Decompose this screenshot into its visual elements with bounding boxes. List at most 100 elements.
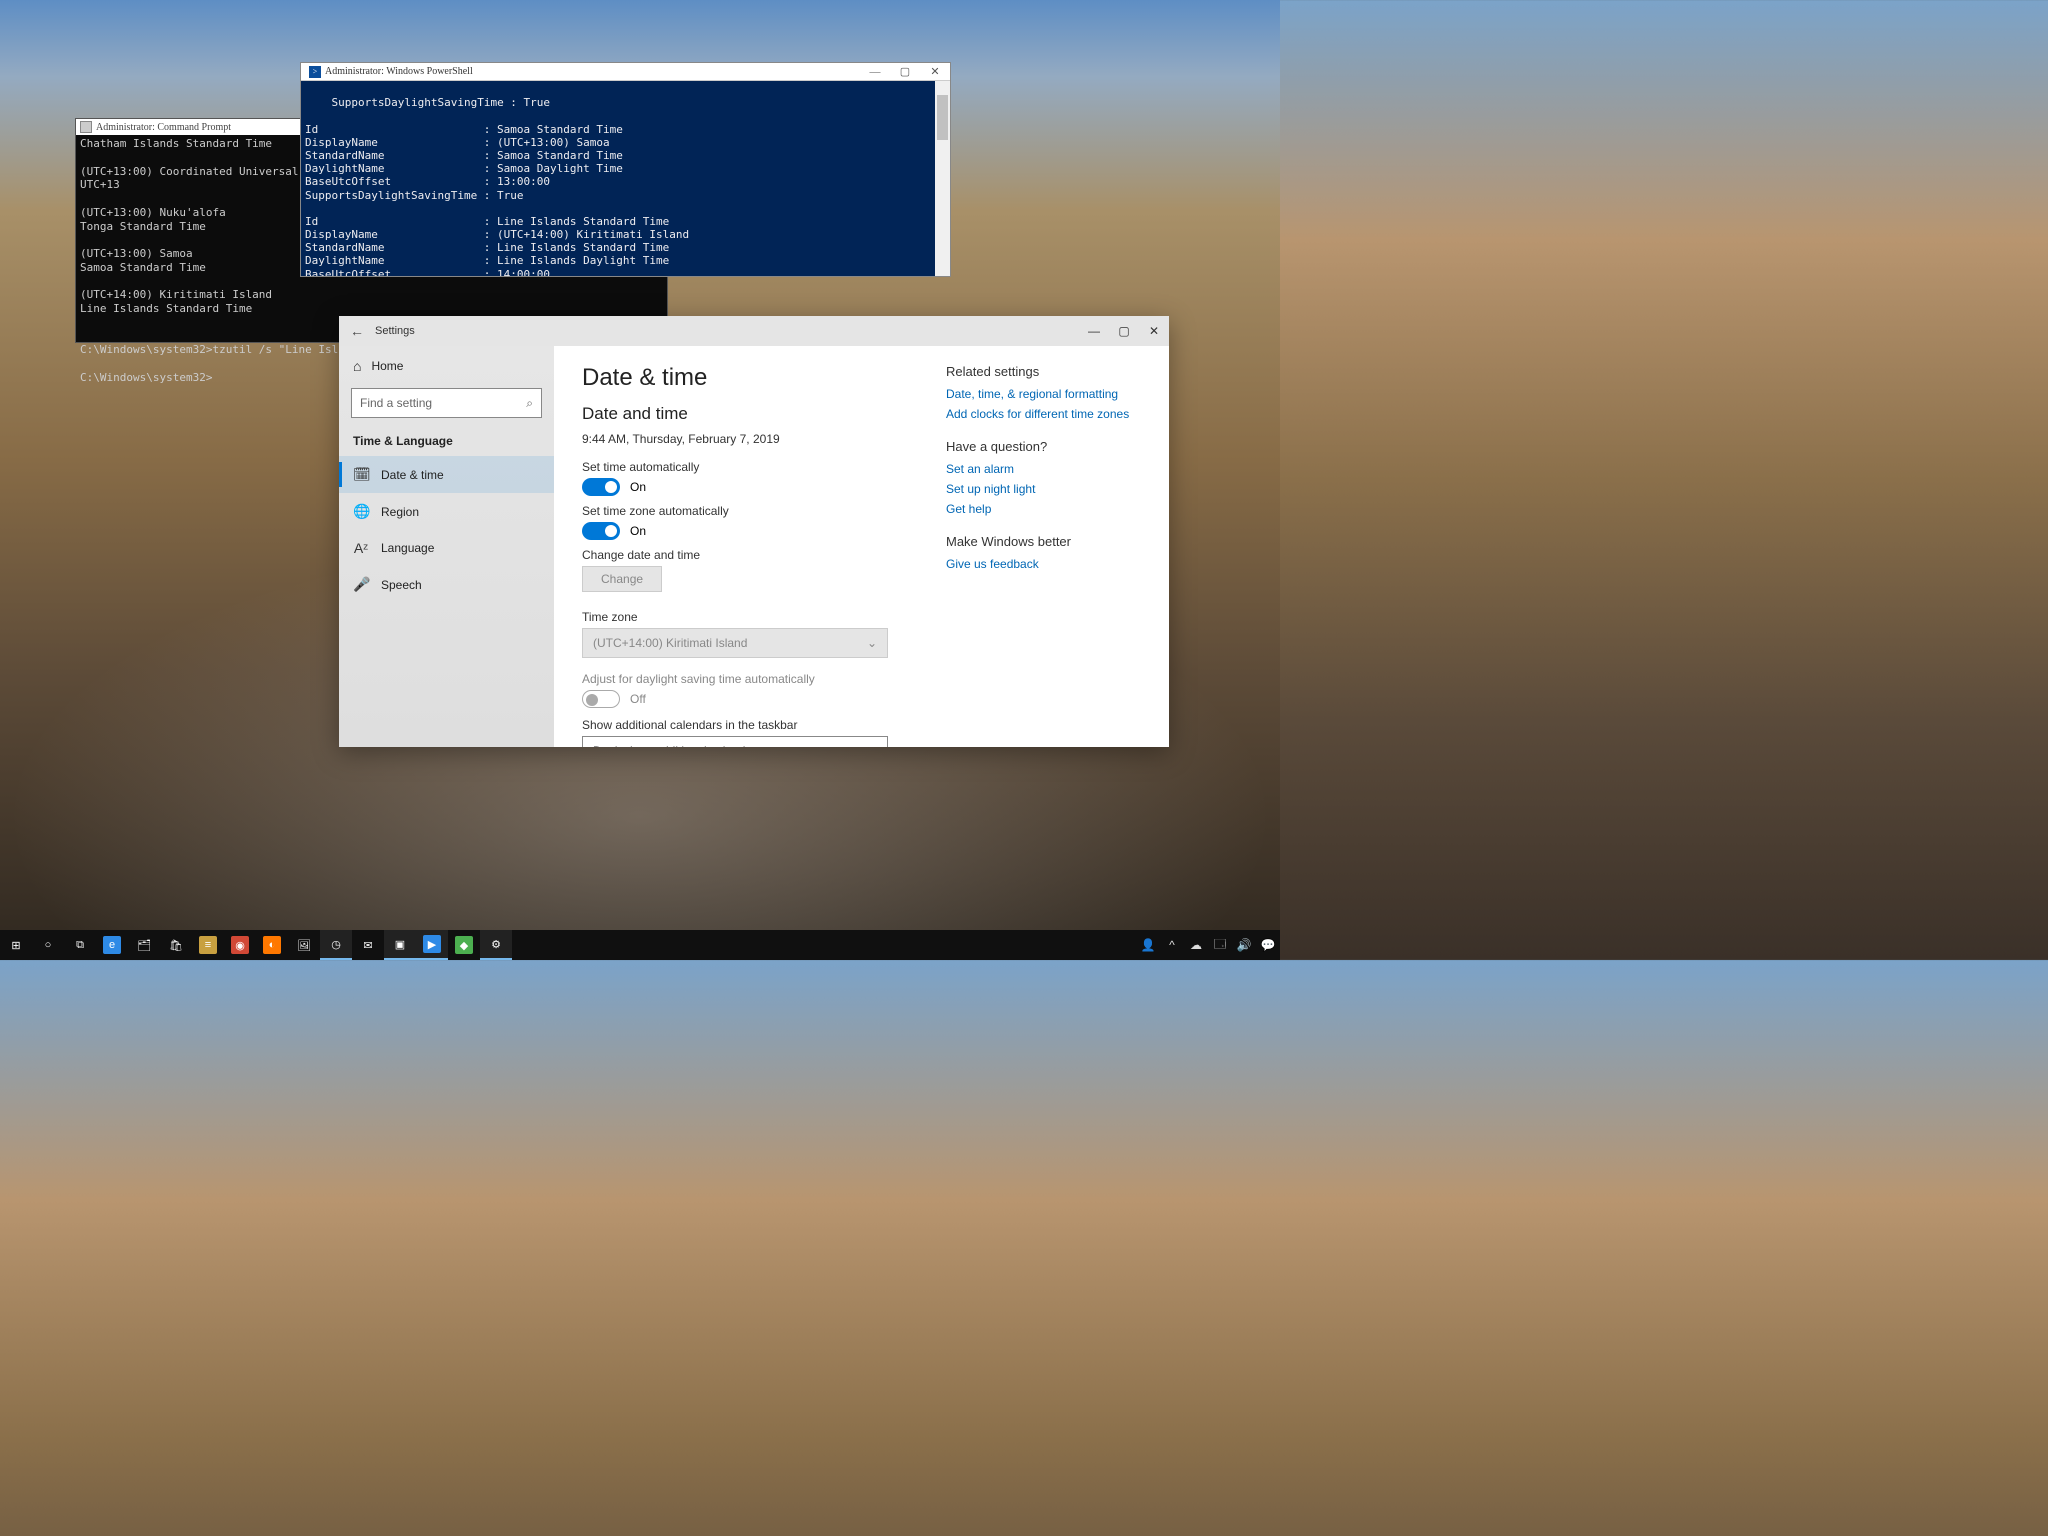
search-icon: ⌕ <box>526 396 533 411</box>
tray-icon-1[interactable]: ^ <box>1160 930 1184 960</box>
maximize-button[interactable]: ▢ <box>1109 316 1139 346</box>
powershell-icon: > <box>309 66 321 78</box>
taskbar-cmd[interactable]: ▣ <box>384 930 416 960</box>
region-icon: 🌐 <box>353 503 369 520</box>
set-tz-auto-toggle[interactable] <box>582 522 620 540</box>
maximize-button[interactable]: ▢ <box>890 63 920 80</box>
tray-icon-0[interactable]: 👤 <box>1136 930 1160 960</box>
toggle-state: Off <box>630 692 646 706</box>
sidebar-item-date-time[interactable]: 🗓 Date & time <box>339 456 554 493</box>
nav-label: Region <box>381 505 419 519</box>
additional-calendars-dropdown[interactable]: Don't show additional calendars ⌄ <box>582 736 888 747</box>
tray-icon-5[interactable]: 💬 <box>1256 930 1280 960</box>
tray-icon-3[interactable]: 🗔 <box>1208 930 1232 960</box>
timezone-dropdown[interactable]: (UTC+14:00) Kiritimati Island ⌄ <box>582 628 888 658</box>
current-datetime: 9:44 AM, Thursday, February 7, 2019 <box>582 432 906 446</box>
taskbar-edge[interactable]: e <box>96 930 128 960</box>
taskbar-store[interactable]: 🛍 <box>160 930 192 960</box>
link-add-clocks[interactable]: Add clocks for different time zones <box>946 407 1141 421</box>
toggle-state: On <box>630 480 646 494</box>
link-set-alarm[interactable]: Set an alarm <box>946 462 1141 476</box>
powershell-icon: ▶ <box>423 935 441 953</box>
taskbar-mail[interactable]: ✉ <box>352 930 384 960</box>
settings-sidebar: ⌂ Home Find a setting ⌕ Time & Language … <box>339 346 554 747</box>
page-title: Date & time <box>582 364 906 392</box>
store-icon: 🛍 <box>167 936 185 954</box>
app1-icon: ≡ <box>199 936 217 954</box>
mail-icon: ✉ <box>359 936 377 954</box>
sidebar-category: Time & Language <box>339 424 554 456</box>
home-label: Home <box>371 359 403 373</box>
home-icon: ⌂ <box>353 358 361 374</box>
back-button[interactable]: ← <box>339 323 375 339</box>
close-button[interactable]: ✕ <box>1139 316 1169 346</box>
taskbar-clock[interactable]: ◷ <box>320 930 352 960</box>
date-time-icon: 🗓 <box>353 466 369 483</box>
settings-window[interactable]: ← Settings — ▢ ✕ ⌂ Home Find a setting ⌕… <box>339 316 1169 747</box>
powershell-window[interactable]: > Administrator: Windows PowerShell — ▢ … <box>300 62 951 277</box>
minimize-button[interactable]: — <box>860 63 890 80</box>
search-input[interactable]: Find a setting ⌕ <box>351 388 542 418</box>
cortana-icon: ○ <box>39 936 57 954</box>
terminal-icon <box>80 121 92 133</box>
taskbar-firefox[interactable]: ◐ <box>256 930 288 960</box>
sidebar-item-speech[interactable]: 🎤Speech <box>339 566 554 603</box>
taskbar-app1[interactable]: ≡ <box>192 930 224 960</box>
additional-calendars-label: Show additional calendars in the taskbar <box>582 718 906 732</box>
link-feedback[interactable]: Give us feedback <box>946 557 1141 571</box>
settings-aside: Related settings Date, time, & regional … <box>946 364 1141 737</box>
settings-icon: ⚙ <box>487 935 505 953</box>
speech-icon: 🎤 <box>353 576 369 593</box>
section-subtitle: Date and time <box>582 404 906 424</box>
settings-app-title: Settings <box>375 325 1079 337</box>
nav-label: Language <box>381 541 434 555</box>
tray-icon-4[interactable]: 🔊 <box>1232 930 1256 960</box>
settings-main: Date & time Date and time 9:44 AM, Thurs… <box>582 364 906 737</box>
taskbar-photos[interactable]: 🖼 <box>288 930 320 960</box>
taskbar-chrome[interactable]: ◉ <box>224 930 256 960</box>
start-icon: ⊞ <box>7 936 25 954</box>
make-better-title: Make Windows better <box>946 534 1141 549</box>
search-placeholder: Find a setting <box>360 396 432 410</box>
dst-toggle <box>582 690 620 708</box>
taskbar[interactable]: ⊞ ○ ⧉ e 🗂 🛍 ≡ ◉ ◐ 🖼 ◷ ✉ ▣ ▶ ◆ ⚙ 👤^☁🗔🔊💬 <box>0 930 1280 960</box>
link-get-help[interactable]: Get help <box>946 502 1141 516</box>
nav-label: Date & time <box>381 468 444 482</box>
tray-icon-2[interactable]: ☁ <box>1184 930 1208 960</box>
timezone-value: (UTC+14:00) Kiritimati Island <box>593 636 747 650</box>
change-datetime-label: Change date and time <box>582 548 906 562</box>
sidebar-item-region[interactable]: 🌐 Region <box>339 493 554 530</box>
scrollbar-thumb[interactable] <box>937 95 948 140</box>
taskbar-start[interactable]: ⊞ <box>0 930 32 960</box>
chevron-down-icon: ⌄ <box>867 744 877 747</box>
taskbar-explorer[interactable]: 🗂 <box>128 930 160 960</box>
taskbar-cortana[interactable]: ○ <box>32 930 64 960</box>
taskbar-powershell[interactable]: ▶ <box>416 930 448 960</box>
link-regional-formatting[interactable]: Date, time, & regional formatting <box>946 387 1141 401</box>
dst-label: Adjust for daylight saving time automati… <box>582 672 906 686</box>
chevron-down-icon: ⌄ <box>867 636 877 650</box>
ps-titlebar[interactable]: > Administrator: Windows PowerShell — ▢ … <box>301 63 950 81</box>
close-button[interactable]: ✕ <box>920 63 950 80</box>
sidebar-item-language[interactable]: AᶻLanguage <box>339 530 554 566</box>
link-night-light[interactable]: Set up night light <box>946 482 1141 496</box>
scrollbar[interactable] <box>935 81 950 276</box>
taskview-icon: ⧉ <box>71 936 89 954</box>
taskbar-app2[interactable]: ◆ <box>448 930 480 960</box>
settings-titlebar[interactable]: ← Settings — ▢ ✕ <box>339 316 1169 346</box>
ps-title: Administrator: Windows PowerShell <box>325 66 473 77</box>
photos-icon: 🖼 <box>295 936 313 954</box>
taskbar-taskview[interactable]: ⧉ <box>64 930 96 960</box>
minimize-button[interactable]: — <box>1079 316 1109 346</box>
change-button[interactable]: Change <box>582 566 662 592</box>
set-tz-auto-label: Set time zone automatically <box>582 504 906 518</box>
explorer-icon: 🗂 <box>135 936 153 954</box>
sidebar-item-home[interactable]: ⌂ Home <box>339 350 554 382</box>
set-time-auto-toggle[interactable] <box>582 478 620 496</box>
timezone-label: Time zone <box>582 610 906 624</box>
set-time-auto-label: Set time automatically <box>582 460 906 474</box>
ps-body[interactable]: SupportsDaylightSavingTime : True Id : S… <box>301 81 950 276</box>
taskbar-settings[interactable]: ⚙ <box>480 930 512 960</box>
chrome-icon: ◉ <box>231 936 249 954</box>
clock-icon: ◷ <box>327 935 345 953</box>
